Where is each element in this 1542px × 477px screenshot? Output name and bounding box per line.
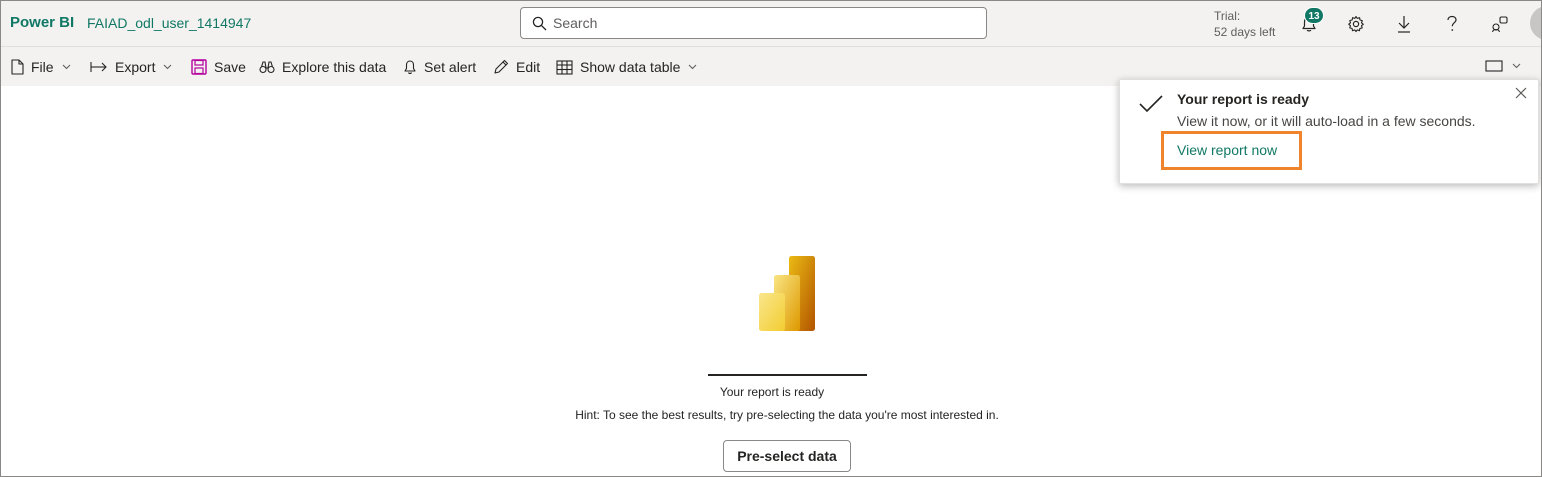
close-icon[interactable] xyxy=(1514,86,1528,100)
help-icon xyxy=(1447,15,1457,31)
save-label: Save xyxy=(214,59,246,75)
file-menu-button[interactable]: File xyxy=(11,47,71,87)
explore-data-button[interactable]: Explore this data xyxy=(259,47,386,87)
edit-button[interactable]: Edit xyxy=(493,47,540,87)
trial-days-left: 52 days left xyxy=(1214,25,1276,39)
binoculars-icon xyxy=(259,60,275,74)
search-box[interactable] xyxy=(520,7,987,39)
trial-status: Trial: 52 days left xyxy=(1214,8,1275,40)
set-alert-button[interactable]: Set alert xyxy=(403,47,476,87)
workspace-name[interactable]: FAIAD_odl_user_1414947 xyxy=(87,15,251,31)
report-ready-toast: Your report is ready View it now, or it … xyxy=(1119,79,1539,184)
save-disk-icon xyxy=(191,59,207,75)
toast-title: Your report is ready xyxy=(1177,91,1310,107)
power-bi-window: Power BI FAIAD_odl_user_1414947 Trial: 5… xyxy=(0,0,1542,477)
explore-data-label: Explore this data xyxy=(282,59,387,75)
pencil-icon xyxy=(493,59,509,75)
set-alert-label: Set alert xyxy=(424,59,477,75)
bell-icon xyxy=(403,59,417,75)
export-menu-label: Export xyxy=(115,59,156,75)
toast-message: View it now, or it will auto-load in a f… xyxy=(1177,113,1476,129)
export-arrow-icon xyxy=(90,61,108,73)
chevron-down-icon xyxy=(163,64,172,70)
power-bi-logo xyxy=(759,256,815,331)
loading-progress-bar xyxy=(708,374,867,376)
file-menu-label: File xyxy=(31,59,54,75)
save-button[interactable]: Save xyxy=(191,47,246,87)
table-icon xyxy=(556,59,573,75)
app-name[interactable]: Power BI xyxy=(10,14,74,31)
show-data-table-label: Show data table xyxy=(580,59,681,75)
hint-text: Hint: To see the best results, try pre-s… xyxy=(575,408,999,422)
document-icon xyxy=(11,59,24,75)
trial-label: Trial: xyxy=(1214,9,1241,23)
chevron-down-icon xyxy=(62,64,71,70)
pre-select-data-button[interactable]: Pre-select data xyxy=(723,440,851,472)
download-button[interactable] xyxy=(1392,12,1416,36)
view-report-now-link[interactable]: View report now xyxy=(1177,142,1277,158)
share-feedback-button[interactable] xyxy=(1488,12,1512,36)
view-mode-button[interactable] xyxy=(1485,59,1521,73)
export-menu-button[interactable]: Export xyxy=(90,47,172,87)
avatar[interactable] xyxy=(1530,6,1541,40)
share-icon xyxy=(1491,16,1508,33)
settings-button[interactable] xyxy=(1344,12,1368,36)
search-icon xyxy=(532,16,547,31)
notification-count-badge: 13 xyxy=(1304,7,1324,24)
checkmark-icon xyxy=(1139,95,1163,113)
chevron-down-icon xyxy=(688,64,697,70)
help-button[interactable] xyxy=(1440,12,1464,36)
view-mode-icon xyxy=(1485,60,1503,72)
download-icon xyxy=(1398,16,1410,33)
search-input[interactable] xyxy=(553,14,973,32)
chevron-down-icon xyxy=(1512,63,1521,69)
gear-icon xyxy=(1348,15,1364,33)
show-data-table-button[interactable]: Show data table xyxy=(556,47,697,87)
report-ready-text: Your report is ready xyxy=(719,385,825,399)
top-header-bar: Power BI FAIAD_odl_user_1414947 Trial: 5… xyxy=(1,1,1541,46)
edit-label: Edit xyxy=(516,59,541,75)
